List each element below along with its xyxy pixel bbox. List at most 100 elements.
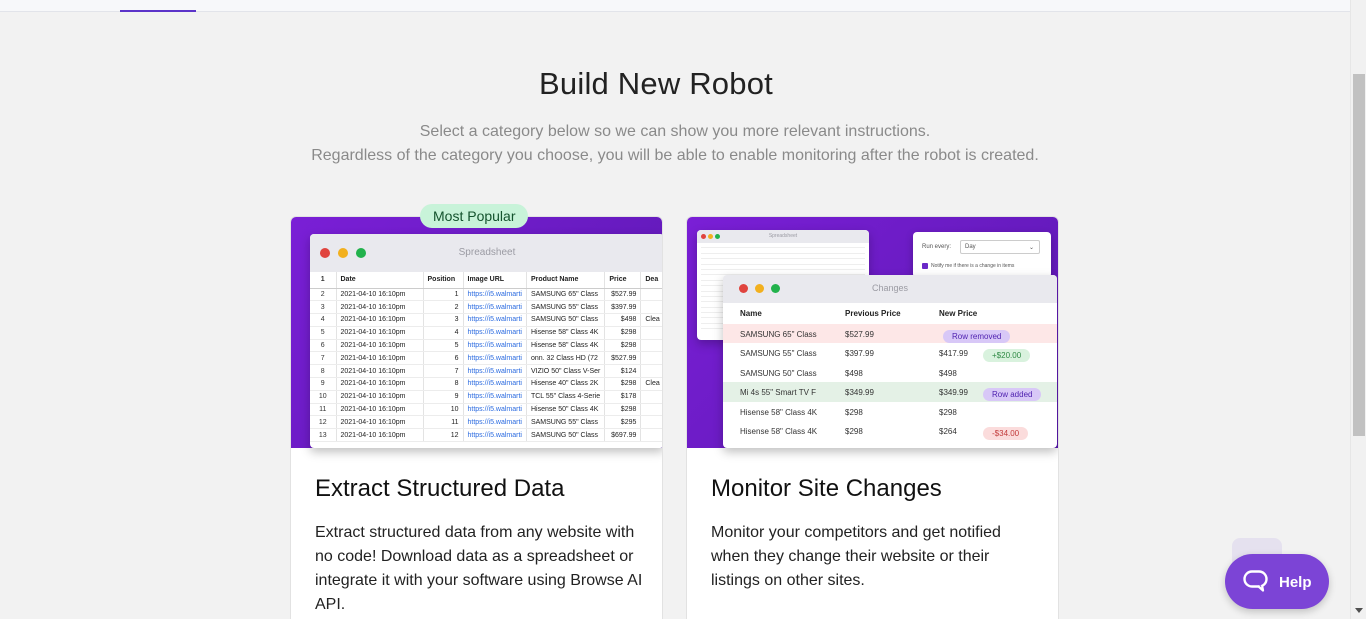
changes-window: Changes Name Previous Price New Price SA…	[723, 275, 1057, 448]
page-subtitle-line-2: Regardless of the category you choose, y…	[311, 147, 1039, 164]
changes-name-cell: Mi 4s 55" Smart TV F	[740, 388, 817, 398]
help-label: Help	[1279, 574, 1312, 591]
spreadsheet-cell: $697.99	[604, 428, 642, 443]
spreadsheet-cell: https://i5.walmarti	[463, 288, 527, 302]
sheet-header-cell: Date	[336, 272, 424, 289]
change-status-pill: Row removed	[943, 330, 1011, 343]
changes-row: SAMSUNG 55" Class $397.99 $417.99 +$20.00	[723, 343, 1057, 363]
run-schedule-panel: Run every: Day ⌄ Notify me if there is a…	[913, 232, 1051, 278]
spreadsheet-cell: 5	[423, 339, 464, 353]
spreadsheet-cell	[640, 364, 662, 379]
spreadsheet-cell	[640, 428, 662, 443]
monitor-card-illustration: Spreadsheet Run every: Day ⌄ Notify me i…	[687, 217, 1058, 448]
spreadsheet-cell: 2021-04-10 16:10pm	[336, 326, 424, 340]
spreadsheet-cell: 10	[423, 403, 464, 417]
spreadsheet-cell: 11	[310, 403, 337, 417]
chat-bubble-icon	[1243, 570, 1268, 592]
spreadsheet-cell: $295	[604, 415, 642, 430]
spreadsheet-row: 2 2021-04-10 16:10pm 1 https://i5.walmarti S…	[310, 288, 662, 302]
spreadsheet-cell: 2021-04-10 16:10pm	[336, 364, 424, 379]
changes-window-title: Changes	[871, 283, 909, 293]
help-button[interactable]: Help	[1225, 554, 1329, 609]
spreadsheet-cell: $298	[604, 403, 642, 417]
spreadsheet-cell: $124	[604, 364, 642, 379]
spreadsheet-row: 6 2021-04-10 16:10pm 5 https://i5.walmarti H…	[310, 339, 662, 353]
scroll-down-arrow-icon[interactable]	[1355, 608, 1363, 613]
changes-name-cell: Hisense 58" Class 4K	[740, 426, 818, 436]
spreadsheet-cell: 4	[310, 313, 337, 327]
page-subtitle-line-1: Select a category below so we can show y…	[419, 123, 931, 140]
spreadsheet-cell: $527.99	[604, 288, 642, 302]
spreadsheet-cell	[640, 300, 662, 315]
spreadsheet-cell: $498	[604, 313, 642, 327]
spreadsheet-cell: https://i5.walmarti	[463, 339, 527, 353]
spreadsheet-cell: $298	[604, 339, 642, 353]
changes-new-price-cell: $298	[939, 407, 957, 417]
spreadsheet-cell: 10	[310, 390, 337, 404]
spreadsheet-cell: 13	[310, 428, 337, 443]
spreadsheet-cell: SAMSUNG 50" Class	[526, 428, 606, 443]
sheet-header-cell: Dea	[640, 272, 662, 289]
spreadsheet-row: 7 2021-04-10 16:10pm 6 https://i5.walmarti o…	[310, 351, 662, 366]
change-status-pill: -$34.00	[983, 426, 1029, 440]
spreadsheet-cell: Clea	[640, 377, 662, 391]
mini-spreadsheet-titlebar: Spreadsheet	[697, 230, 869, 243]
card-title: Extract Structured Data	[315, 475, 565, 502]
sheet-header-cell: Position	[423, 272, 464, 289]
notify-checkbox[interactable]	[922, 263, 928, 269]
card-title: Monitor Site Changes	[711, 475, 942, 502]
spreadsheet-cell: 5	[310, 326, 337, 340]
spreadsheet-row: 4 2021-04-10 16:10pm 3 https://i5.walmarti S…	[310, 313, 662, 327]
spreadsheet-cell: 12	[423, 428, 464, 443]
spreadsheet-cell: TCL 55" Class 4-Serie	[526, 390, 606, 404]
changes-name-cell: SAMSUNG 55" Class	[740, 349, 817, 359]
changes-previous-price-cell: $498	[845, 368, 863, 378]
changes-header-row: Name Previous Price New Price	[723, 303, 1057, 324]
run-every-value: Day	[965, 244, 976, 250]
spreadsheet-cell: $397.99	[604, 300, 642, 315]
extract-structured-data-card[interactable]: Spreadsheet 1 Date Position Image URL Pr…	[290, 216, 663, 619]
spreadsheet-cell: https://i5.walmarti	[463, 403, 527, 417]
monitor-site-changes-card[interactable]: Spreadsheet Run every: Day ⌄ Notify me i…	[686, 216, 1059, 619]
spreadsheet-window: Spreadsheet 1 Date Position Image URL Pr…	[310, 234, 662, 448]
page-scrollbar[interactable]	[1350, 0, 1366, 619]
changes-row: SAMSUNG 65" Class $527.99 Row removed	[723, 324, 1057, 344]
spreadsheet-cell: 2021-04-10 16:10pm	[336, 377, 424, 391]
spreadsheet-row: 3 2021-04-10 16:10pm 2 https://i5.walmarti S…	[310, 300, 662, 315]
spreadsheet-cell: $527.99	[604, 351, 642, 366]
spreadsheet-titlebar: Spreadsheet	[310, 234, 662, 272]
spreadsheet-cell: VIZIO 50" Class V-Ser	[526, 364, 606, 379]
spreadsheet-cell: 2021-04-10 16:10pm	[336, 403, 424, 417]
spreadsheet-cell: $298	[604, 326, 642, 340]
sheet-header-cell: Product Name	[526, 272, 606, 289]
changes-previous-price-cell: $298	[845, 426, 863, 436]
spreadsheet-cell: 2021-04-10 16:10pm	[336, 415, 424, 430]
spreadsheet-cell: 2	[423, 300, 464, 315]
spreadsheet-cell: 2021-04-10 16:10pm	[336, 300, 424, 315]
spreadsheet-cell	[640, 339, 662, 353]
spreadsheet-cell: https://i5.walmarti	[463, 415, 527, 430]
spreadsheet-header-row: 1 Date Position Image URL Product Name P…	[310, 272, 662, 289]
spreadsheet-cell: Clea	[640, 313, 662, 327]
spreadsheet-cell: SAMSUNG 65" Class	[526, 288, 606, 302]
run-every-select[interactable]: Day ⌄	[960, 240, 1040, 254]
spreadsheet-cell: 9	[423, 390, 464, 404]
spreadsheet-cell: 7	[310, 351, 337, 366]
spreadsheet-cell: 8	[423, 377, 464, 391]
changes-name-cell: SAMSUNG 65" Class	[740, 330, 817, 339]
changes-previous-price-cell: $527.99	[845, 330, 874, 339]
spreadsheet-cell: 8	[310, 364, 337, 379]
extract-card-illustration: Spreadsheet 1 Date Position Image URL Pr…	[291, 217, 662, 448]
spreadsheet-row: 13 2021-04-10 16:10pm 12 https://i5.walmart…	[310, 428, 662, 443]
scrollbar-thumb[interactable]	[1353, 74, 1365, 436]
spreadsheet-cell	[640, 390, 662, 404]
most-popular-badge: Most Popular	[420, 204, 529, 228]
spreadsheet-window-title: Spreadsheet	[458, 247, 516, 258]
top-navigation-bar	[0, 0, 1350, 12]
sheet-header-cell: Image URL	[463, 272, 527, 289]
change-status-pill: +$20.00	[983, 349, 1031, 363]
card-description: Extract structured data from any website…	[315, 524, 643, 613]
spreadsheet-cell	[640, 326, 662, 340]
spreadsheet-cell: 2021-04-10 16:10pm	[336, 313, 424, 327]
changes-table: Name Previous Price New Price SAMSUNG 65…	[723, 303, 1057, 440]
